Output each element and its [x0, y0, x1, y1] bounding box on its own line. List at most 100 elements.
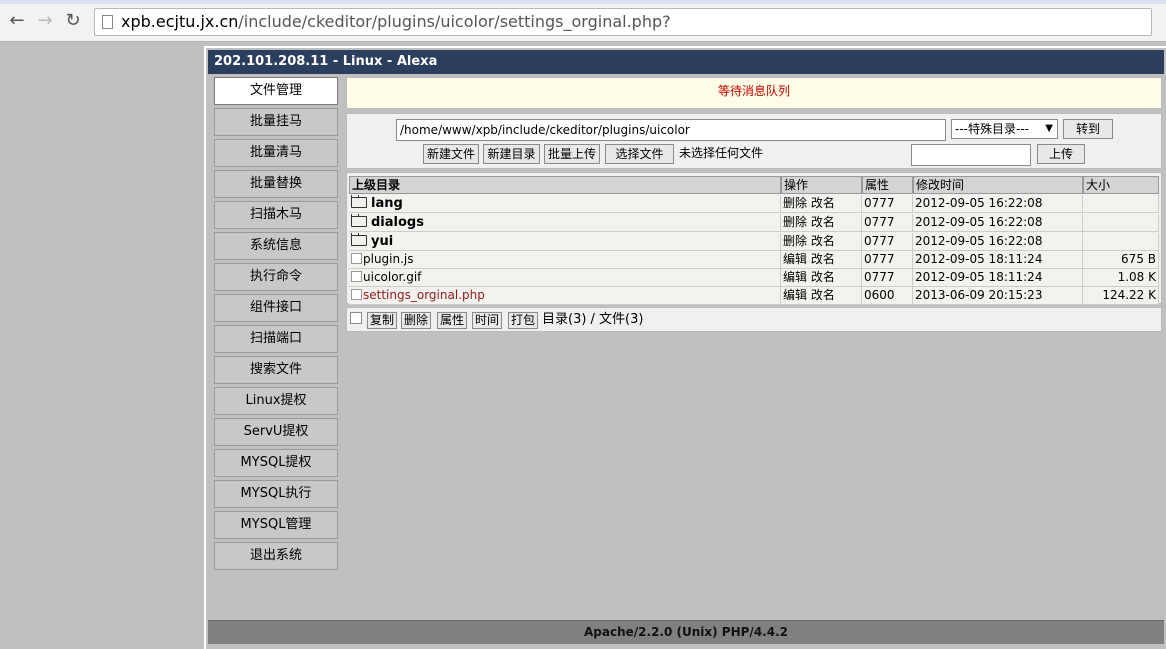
sidebar-item-exec-command[interactable]: 执行命令: [214, 263, 338, 291]
server-footer: Apache/2.2.0 (Unix) PHP/4.4.2: [208, 620, 1164, 644]
back-arrow-icon[interactable]: ←: [6, 10, 28, 32]
file-table: 上级目录 操作 属性 修改时间 大小 lang 删除 改名 0777 2012-…: [346, 172, 1162, 305]
sidebar-item-file-manager[interactable]: 文件管理: [214, 77, 338, 105]
row-size: 675 B: [1083, 251, 1159, 269]
row-perm[interactable]: 0600: [862, 287, 913, 305]
new-dir-button[interactable]: 新建目录: [483, 144, 540, 164]
chevron-down-icon: ▼: [1045, 123, 1053, 134]
table-header: 上级目录 操作 属性 修改时间 大小: [349, 176, 1159, 194]
row-ops[interactable]: 编辑 改名: [781, 287, 862, 305]
row-perm[interactable]: 0777: [862, 195, 913, 213]
file-name-link[interactable]: settings_orginal.php: [363, 288, 485, 302]
attr-button[interactable]: 属性: [437, 312, 468, 329]
time-button[interactable]: 时间: [472, 312, 503, 329]
sidebar-item-linux-privesc[interactable]: Linux提权: [214, 387, 338, 415]
row-time: 2012-09-05 18:11:24: [913, 251, 1083, 269]
upload-name-input[interactable]: [911, 144, 1031, 166]
table-row: yui 删除 改名 0777 2012-09-05 16:22:08: [349, 233, 1159, 251]
sidebar-item-mysql-manage[interactable]: MYSQL管理: [214, 511, 338, 539]
row-size: 1.08 K: [1083, 269, 1159, 287]
table-row: uicolor.gif 编辑 改名 0777 2012-09-05 18:11:…: [349, 269, 1159, 287]
file-name-cell: settings_orginal.php: [349, 287, 781, 305]
batch-action-bar: 复制 删除 属性 时间 打包 目录(3) / 文件(3): [346, 307, 1162, 332]
sidebar-item-batch-clean[interactable]: 批量清马: [214, 139, 338, 167]
row-size: [1083, 195, 1159, 213]
special-dir-value: ---特殊目录---: [955, 122, 1029, 136]
sidebar-item-logout[interactable]: 退出系统: [214, 542, 338, 570]
sidebar-item-scan-trojan[interactable]: 扫描木马: [214, 201, 338, 229]
sidebar-item-batch-trojan[interactable]: 批量挂马: [214, 108, 338, 136]
file-name-link[interactable]: uicolor.gif: [363, 270, 421, 284]
url-path: /include/ckeditor/plugins/uicolor/settin…: [238, 12, 671, 31]
header-time: 修改时间: [913, 176, 1083, 194]
row-size: 124.22 K: [1083, 287, 1159, 305]
panel-title: 202.101.208.11 - Linux - Alexa: [208, 50, 1164, 74]
copy-button[interactable]: 复制: [367, 312, 398, 329]
row-time: 2012-09-05 18:11:24: [913, 269, 1083, 287]
header-op: 操作: [781, 176, 862, 194]
choose-file-button[interactable]: 选择文件: [605, 144, 674, 164]
sidebar-item-system-info[interactable]: 系统信息: [214, 232, 338, 260]
row-perm[interactable]: 0777: [862, 251, 913, 269]
page-icon: [102, 15, 113, 29]
row-perm[interactable]: 0777: [862, 214, 913, 232]
dir-name-cell[interactable]: yui: [349, 233, 781, 251]
new-file-button[interactable]: 新建文件: [423, 144, 479, 164]
sidebar-item-search-files[interactable]: 搜索文件: [214, 356, 338, 384]
special-dir-select[interactable]: ---特殊目录--- ▼: [951, 119, 1058, 139]
file-checkbox[interactable]: [351, 289, 362, 300]
row-time: 2012-09-05 16:22:08: [913, 214, 1083, 232]
batch-upload-button[interactable]: 批量上传: [544, 144, 600, 164]
folder-icon: [351, 195, 367, 208]
dir-file-count: 目录(3) / 文件(3): [542, 312, 644, 327]
row-perm[interactable]: 0777: [862, 233, 913, 251]
file-checkbox[interactable]: [351, 271, 362, 282]
row-ops[interactable]: 编辑 改名: [781, 269, 862, 287]
sidebar: 文件管理 批量挂马 批量清马 批量替换 扫描木马 系统信息 执行命令 组件接口 …: [214, 77, 340, 573]
forward-arrow-icon[interactable]: →: [34, 10, 56, 32]
dir-name[interactable]: yui: [371, 234, 393, 249]
reload-icon[interactable]: ↻: [62, 10, 84, 32]
browser-toolbar: ← → ↻ xpb.ecjtu.jx.cn/include/ckeditor/p…: [0, 0, 1166, 42]
tab-strip: [0, 0, 1166, 4]
parent-dir-link[interactable]: 上级目录: [349, 176, 781, 194]
folder-icon: [351, 214, 367, 227]
row-ops[interactable]: 删除 改名: [781, 214, 862, 232]
pack-button[interactable]: 打包: [508, 312, 539, 329]
sidebar-item-mysql-privesc[interactable]: MYSQL提权: [214, 449, 338, 477]
path-input[interactable]: [396, 119, 946, 141]
sidebar-item-mysql-exec[interactable]: MYSQL执行: [214, 480, 338, 508]
file-name-cell: uicolor.gif: [349, 269, 781, 287]
sidebar-item-component-api[interactable]: 组件接口: [214, 294, 338, 322]
table-row: lang 删除 改名 0777 2012-09-05 16:22:08: [349, 195, 1159, 213]
table-row: settings_orginal.php 编辑 改名 0600 2013-06-…: [349, 287, 1159, 305]
row-size: [1083, 214, 1159, 232]
no-file-chosen-text: 未选择任何文件: [679, 146, 764, 160]
sidebar-item-scan-ports[interactable]: 扫描端口: [214, 325, 338, 353]
dir-name[interactable]: lang: [371, 196, 403, 211]
row-ops[interactable]: 编辑 改名: [781, 251, 862, 269]
file-name-cell: plugin.js: [349, 251, 781, 269]
sidebar-item-servu-privesc[interactable]: ServU提权: [214, 418, 338, 446]
table-row: dialogs 删除 改名 0777 2012-09-05 16:22:08: [349, 214, 1159, 232]
dir-name-cell[interactable]: dialogs: [349, 214, 781, 232]
file-name-link[interactable]: plugin.js: [363, 252, 414, 266]
dir-name-cell[interactable]: lang: [349, 195, 781, 213]
folder-icon: [351, 233, 367, 246]
select-all-checkbox[interactable]: [350, 312, 362, 324]
address-bar[interactable]: xpb.ecjtu.jx.cn/include/ckeditor/plugins…: [94, 8, 1152, 36]
main-content: 等待消息队列 ---特殊目录--- ▼ 转到 新建文件 新建目录 批量上传 选择…: [346, 77, 1162, 332]
file-toolbar: ---特殊目录--- ▼ 转到 新建文件 新建目录 批量上传 选择文件 未选择任…: [346, 113, 1162, 169]
sidebar-item-batch-replace[interactable]: 批量替换: [214, 170, 338, 198]
goto-button[interactable]: 转到: [1063, 119, 1113, 139]
row-perm[interactable]: 0777: [862, 269, 913, 287]
dir-name[interactable]: dialogs: [371, 215, 424, 230]
row-ops[interactable]: 删除 改名: [781, 233, 862, 251]
delete-button[interactable]: 删除: [401, 312, 432, 329]
header-size: 大小: [1083, 176, 1159, 194]
upload-button[interactable]: 上传: [1037, 144, 1085, 164]
row-time: 2012-09-05 16:22:08: [913, 195, 1083, 213]
file-checkbox[interactable]: [351, 253, 362, 264]
row-ops[interactable]: 删除 改名: [781, 195, 862, 213]
webshell-panel: 202.101.208.11 - Linux - Alexa 文件管理 批量挂马…: [204, 46, 1166, 649]
